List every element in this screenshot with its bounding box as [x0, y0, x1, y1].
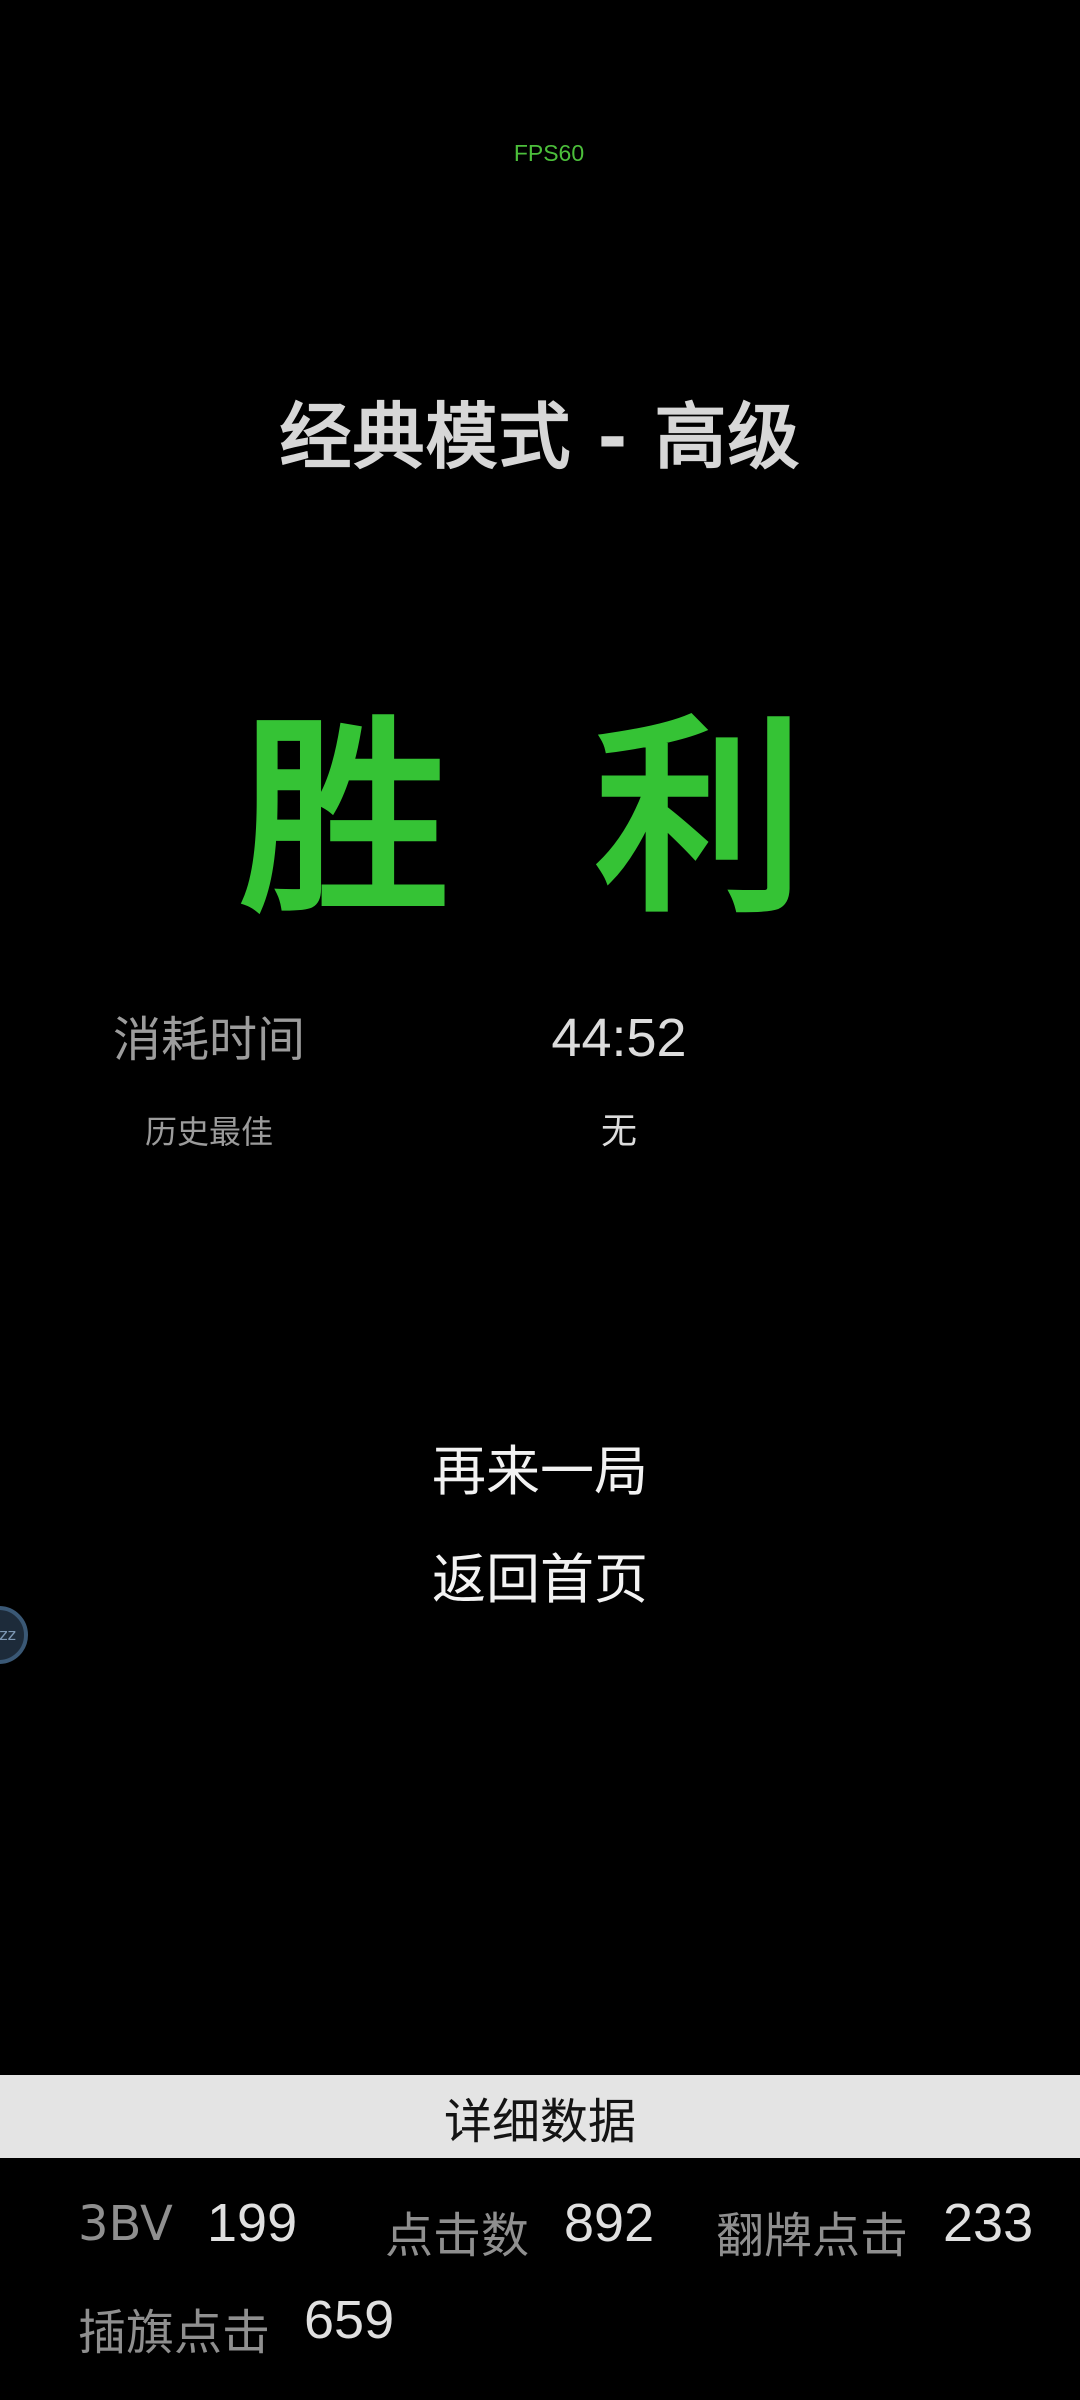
time-stat-row: 消耗时间 44:52: [0, 1000, 1080, 1070]
best-stat-row: 历史最佳 无: [0, 1102, 1080, 1154]
metric-3bv-label: 3BV: [78, 2196, 173, 2252]
time-value: 44:52: [551, 1008, 687, 1068]
best-value: 无: [600, 1111, 637, 1152]
metric-clicks-label: 点击数: [385, 2208, 530, 2264]
floating-assistant-ball[interactable]: zz: [0, 1606, 28, 1664]
metric-reveal-clicks-value: 233: [943, 2193, 1034, 2253]
fps-counter: FPS60: [513, 140, 585, 166]
back-home-button[interactable]: 返回首页: [390, 1540, 690, 1620]
play-again-button[interactable]: 再来一局: [390, 1432, 690, 1512]
metric-flag-clicks-value: 659: [304, 2290, 395, 2350]
metric-clicks-value: 892: [564, 2193, 655, 2253]
best-label: 历史最佳: [144, 1113, 273, 1151]
details-toggle-bar[interactable]: 详细数据: [0, 2075, 1080, 2158]
details-bar-label: 详细数据: [443, 2093, 636, 2150]
time-label: 消耗时间: [112, 1012, 305, 1068]
metric-flag-clicks-label: 插旗点击: [78, 2305, 271, 2361]
metric-reveal-clicks-label: 翻牌点击: [716, 2208, 909, 2264]
page-title: 经典模式 - 高级: [279, 395, 801, 479]
result-title: 胜 利: [239, 697, 841, 942]
floating-ball-text: zz: [0, 1625, 16, 1644]
metric-3bv-value: 199: [207, 2193, 298, 2253]
